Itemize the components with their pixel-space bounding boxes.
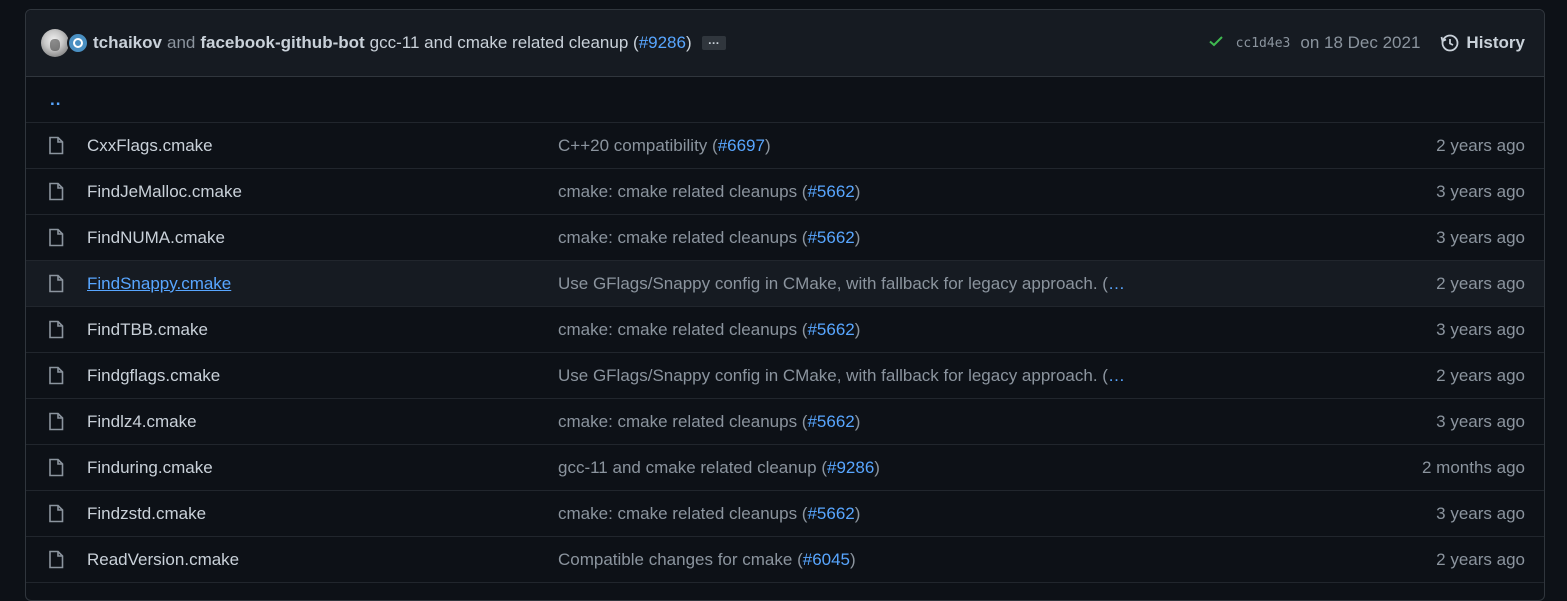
file-icon — [48, 136, 64, 160]
file-commit-age: 2 years ago — [1436, 365, 1525, 385]
file-commit-pr-link[interactable]: #6697 — [718, 136, 765, 155]
commit-pr-link[interactable]: #9286 — [639, 33, 686, 52]
bot-avatar[interactable] — [67, 32, 89, 54]
file-commit-age: 3 years ago — [1436, 319, 1525, 339]
file-commit-message-close: ) — [854, 181, 861, 201]
and-text: and — [166, 33, 196, 52]
file-row[interactable]: Finduring.cmake gcc-11 and cmake related … — [26, 445, 1544, 491]
file-icon — [48, 550, 64, 574]
file-row[interactable]: FindNUMA.cmake cmake: cmake related clean… — [26, 215, 1544, 261]
commit-date: on 18 Dec 2021 — [1300, 33, 1421, 52]
file-icon — [48, 228, 64, 252]
file-commit-message[interactable]: cmake: cmake related cleanups (#5662) — [558, 504, 860, 524]
file-row[interactable]: CxxFlags.cmake C++20 compatibility (#6697… — [26, 123, 1544, 169]
file-row[interactable]: FindJeMalloc.cmake cmake: cmake related c… — [26, 169, 1544, 215]
file-commit-message[interactable]: cmake: cmake related cleanups (#5662) — [558, 182, 860, 202]
file-icon — [48, 320, 64, 344]
file-name-link[interactable]: Findlz4.cmake — [87, 412, 197, 432]
file-icon — [48, 182, 64, 206]
file-commit-message[interactable]: cmake: cmake related cleanups (#5662) — [558, 320, 860, 340]
file-commit-pr-link[interactable]: … — [1108, 366, 1125, 385]
file-commit-message-text[interactable]: cmake: cmake related cleanups ( — [558, 504, 807, 523]
check-icon[interactable] — [1208, 33, 1224, 54]
commit-message[interactable]: gcc-11 and cmake related cleanup (#9286) — [370, 33, 692, 53]
commit-author-link[interactable]: tchaikov — [93, 33, 162, 53]
file-name-link[interactable]: FindTBB.cmake — [87, 320, 208, 340]
commit-message-close: ) — [685, 33, 692, 52]
file-commit-message-text[interactable]: gcc-11 and cmake related cleanup ( — [558, 458, 827, 477]
latest-commit-bar: tchaikov and facebook-github-bot gcc-11 … — [26, 10, 1544, 77]
file-commit-message-close: ) — [854, 411, 861, 431]
file-commit-message-close: ) — [854, 319, 861, 339]
file-commit-message-text[interactable]: cmake: cmake related cleanups ( — [558, 412, 807, 431]
file-commit-age: 3 years ago — [1436, 227, 1525, 247]
file-browser: tchaikov and facebook-github-bot gcc-11 … — [25, 9, 1545, 601]
file-commit-age: 3 years ago — [1436, 411, 1525, 431]
file-commit-pr-link[interactable]: #5662 — [807, 412, 854, 431]
file-commit-message-text[interactable]: Use GFlags/Snappy config in CMake, with … — [558, 274, 1108, 293]
file-row[interactable]: Findgflags.cmake Use GFlags/Snappy config… — [26, 353, 1544, 399]
file-commit-message-close: ) — [854, 227, 861, 247]
file-commit-pr-link[interactable]: #5662 — [807, 320, 854, 339]
file-commit-message-text[interactable]: cmake: cmake related cleanups ( — [558, 228, 807, 247]
file-commit-message[interactable]: C++20 compatibility (#6697) — [558, 136, 771, 156]
file-commit-message-close: ) — [874, 457, 880, 477]
file-commit-pr-link[interactable]: #5662 — [807, 504, 854, 523]
file-icon — [48, 274, 64, 298]
file-commit-age: 2 years ago — [1436, 273, 1525, 293]
commit-sha-link[interactable]: cc1d4e3 — [1236, 36, 1291, 51]
file-commit-message-text[interactable]: Use GFlags/Snappy config in CMake, with … — [558, 366, 1108, 385]
file-commit-pr-link[interactable]: #5662 — [807, 228, 854, 247]
file-commit-message-close: ) — [854, 503, 861, 523]
file-icon — [48, 366, 64, 390]
file-icon — [48, 504, 64, 528]
file-name-link[interactable]: ReadVersion.cmake — [87, 550, 239, 570]
avatar[interactable] — [41, 29, 69, 57]
file-commit-message[interactable]: Use GFlags/Snappy config in CMake, with … — [558, 366, 1125, 386]
file-commit-pr-link[interactable]: #5662 — [807, 182, 854, 201]
file-commit-pr-link[interactable]: #9286 — [827, 458, 874, 477]
history-icon — [1441, 34, 1459, 52]
file-commit-age: 2 years ago — [1436, 135, 1525, 155]
history-label[interactable]: History — [1466, 33, 1525, 53]
file-name-link[interactable]: Findzstd.cmake — [87, 504, 206, 524]
commit-message-text[interactable]: gcc-11 and cmake related cleanup ( — [370, 33, 639, 52]
file-row[interactable]: FindSnappy.cmake Use GFlags/Snappy config… — [26, 261, 1544, 307]
file-commit-message-close: ) — [850, 549, 856, 569]
file-row[interactable]: Findlz4.cmake cmake: cmake related cleanu… — [26, 399, 1544, 445]
file-commit-message[interactable]: cmake: cmake related cleanups (#5662) — [558, 412, 860, 432]
file-commit-message-close: ) — [764, 135, 771, 155]
parent-directory-link[interactable]: .. — [26, 77, 1544, 123]
file-commit-pr-link[interactable]: #6045 — [803, 550, 850, 569]
file-commit-message[interactable]: cmake: cmake related cleanups (#5662) — [558, 228, 860, 248]
commit-coauthor-link[interactable]: facebook-github-bot — [200, 33, 364, 53]
file-commit-pr-link[interactable]: … — [1108, 274, 1125, 293]
file-commit-message[interactable]: gcc-11 and cmake related cleanup (#9286) — [558, 458, 880, 478]
file-commit-message-text[interactable]: cmake: cmake related cleanups ( — [558, 182, 807, 201]
history-button[interactable]: History — [1440, 33, 1525, 53]
file-name-link[interactable]: Finduring.cmake — [87, 458, 213, 478]
file-commit-age: 3 years ago — [1436, 181, 1525, 201]
file-name-link[interactable]: FindJeMalloc.cmake — [87, 182, 242, 202]
file-commit-message[interactable]: Compatible changes for cmake (#6045) — [558, 550, 856, 570]
file-icon — [48, 458, 64, 482]
file-commit-message-text[interactable]: C++20 compatibility ( — [558, 136, 718, 155]
file-commit-age: 2 months ago — [1421, 457, 1525, 477]
file-row[interactable]: FindTBB.cmake cmake: cmake related cleanu… — [26, 307, 1544, 353]
file-name-link[interactable]: CxxFlags.cmake — [87, 136, 213, 156]
file-list: CxxFlags.cmake C++20 compatibility (#6697… — [26, 123, 1544, 583]
file-icon — [48, 412, 64, 436]
file-commit-message[interactable]: Use GFlags/Snappy config in CMake, with … — [558, 274, 1125, 294]
file-name-link[interactable]: FindNUMA.cmake — [87, 228, 225, 248]
file-commit-age: 3 years ago — [1436, 503, 1525, 523]
commit-avatars[interactable] — [41, 26, 93, 60]
file-row[interactable]: Findzstd.cmake cmake: cmake related clean… — [26, 491, 1544, 537]
file-commit-message-text[interactable]: Compatible changes for cmake ( — [558, 550, 803, 569]
file-commit-message-text[interactable]: cmake: cmake related cleanups ( — [558, 320, 807, 339]
file-name-link[interactable]: FindSnappy.cmake — [87, 274, 231, 294]
file-commit-age: 2 years ago — [1436, 549, 1525, 569]
file-name-link[interactable]: Findgflags.cmake — [87, 366, 220, 386]
file-row[interactable]: ReadVersion.cmake Compatible changes for … — [26, 537, 1544, 583]
expand-commit-message-button[interactable]: … — [701, 34, 726, 50]
